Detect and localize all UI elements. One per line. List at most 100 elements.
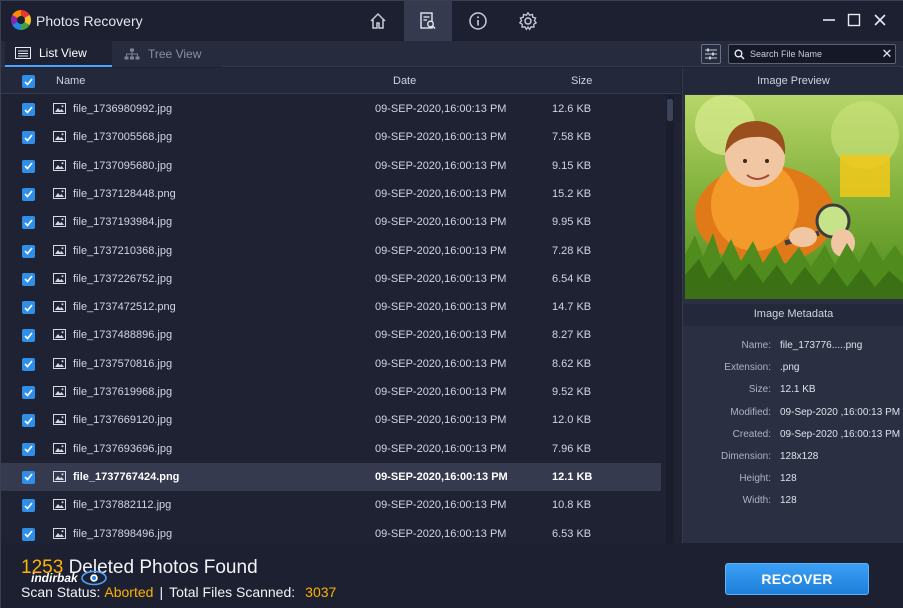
search-icon bbox=[734, 49, 745, 60]
vertical-scrollbar[interactable] bbox=[666, 95, 674, 543]
table-row[interactable]: file_1736980992.jpg 09-SEP-2020,16:00:13 … bbox=[1, 95, 661, 123]
file-size: 14.7 KB bbox=[552, 301, 592, 314]
row-checkbox[interactable] bbox=[22, 216, 35, 230]
metadata-row: Modified: 09-Sep-2020 ,16:00:13 PM bbox=[683, 407, 903, 423]
file-name: file_1737488896.jpg bbox=[73, 329, 173, 342]
table-row[interactable]: file_1737570816.jpg 09-SEP-2020,16:00:13 … bbox=[1, 350, 661, 378]
file-name: file_1737693696.jpg bbox=[73, 442, 173, 455]
scan-status-value: Aborted bbox=[104, 584, 154, 600]
column-header-size[interactable]: Size bbox=[571, 75, 592, 87]
row-checkbox[interactable] bbox=[22, 272, 35, 286]
metadata-value: 128 bbox=[780, 495, 797, 507]
file-date: 09-SEP-2020,16:00:13 PM bbox=[375, 131, 507, 144]
close-button[interactable] bbox=[871, 11, 889, 29]
file-size: 12.1 KB bbox=[552, 470, 593, 483]
metadata-row: Extension: .png bbox=[683, 362, 903, 378]
table-row[interactable]: file_1737898496.jpg 09-SEP-2020,16:00:13 … bbox=[1, 520, 661, 544]
table-row[interactable]: file_1737488896.jpg 09-SEP-2020,16:00:13 … bbox=[1, 321, 661, 349]
file-name: file_1737767424.png bbox=[73, 470, 180, 483]
file-name: file_1737226752.jpg bbox=[73, 272, 173, 285]
minimize-button[interactable] bbox=[820, 11, 838, 29]
row-checkbox[interactable] bbox=[22, 301, 35, 315]
scan-results-button[interactable] bbox=[404, 1, 452, 47]
row-checkbox[interactable] bbox=[22, 329, 35, 343]
row-checkbox[interactable] bbox=[22, 131, 35, 145]
row-checkbox[interactable] bbox=[22, 357, 35, 371]
tree-view-icon bbox=[124, 48, 140, 60]
file-name: file_1737898496.jpg bbox=[73, 527, 173, 540]
image-file-icon bbox=[53, 386, 66, 400]
metadata-value: .png bbox=[780, 362, 800, 374]
metadata-key: Created: bbox=[732, 428, 771, 440]
image-file-icon bbox=[53, 414, 66, 428]
home-icon bbox=[370, 12, 386, 29]
status-separator: | bbox=[159, 584, 164, 600]
row-checkbox[interactable] bbox=[22, 244, 35, 258]
select-all-checkbox[interactable] bbox=[22, 75, 35, 88]
file-name: file_1737095680.jpg bbox=[73, 159, 173, 172]
metadata-row: Created: 09-Sep-2020 ,16:00:13 PM bbox=[683, 429, 903, 445]
file-name: file_1737619968.jpg bbox=[73, 386, 173, 398]
settings-button[interactable] bbox=[504, 1, 552, 41]
metadata-row: Width: 128 bbox=[683, 495, 903, 511]
metadata-key: Width: bbox=[742, 495, 771, 507]
table-row[interactable]: file_1737095680.jpg 09-SEP-2020,16:00:13 … bbox=[1, 152, 661, 180]
file-size: 7.58 KB bbox=[552, 131, 592, 144]
metadata-key: Name: bbox=[741, 340, 771, 351]
clear-search-icon[interactable]: ✕ bbox=[879, 46, 895, 62]
scan-status-line: Scan Status: Aborted | Total Files Scanned:… bbox=[21, 584, 336, 600]
app-title: Photos Recovery bbox=[36, 13, 143, 29]
table-row[interactable]: file_1737669120.jpg 09-SEP-2020,16:00:13 … bbox=[1, 406, 661, 434]
metadata-key: Modified: bbox=[730, 406, 771, 418]
recover-button[interactable]: RECOVER bbox=[725, 563, 869, 595]
table-row[interactable]: file_1737472512.png 09-SEP-2020,16:00:13 … bbox=[1, 293, 661, 321]
file-size: 6.53 KB bbox=[552, 527, 592, 540]
file-date: 09-SEP-2020,16:00:13 PM bbox=[375, 470, 508, 483]
table-row[interactable]: file_1737693696.jpg 09-SEP-2020,16:00:13 … bbox=[1, 435, 661, 463]
minimize-icon bbox=[823, 19, 835, 21]
image-file-icon bbox=[53, 131, 66, 145]
row-checkbox[interactable] bbox=[22, 442, 35, 456]
table-row[interactable]: file_1737193984.jpg 09-SEP-2020,16:00:13 … bbox=[1, 208, 661, 236]
file-name: file_1737005568.jpg bbox=[73, 131, 173, 144]
row-checkbox[interactable] bbox=[22, 386, 35, 399]
metadata-key: Extension: bbox=[724, 362, 771, 374]
image-preview-title: Image Preview bbox=[683, 68, 903, 94]
file-name: file_1737128448.png bbox=[73, 187, 176, 200]
search-input[interactable] bbox=[745, 49, 879, 59]
file-name: file_1737669120.jpg bbox=[73, 414, 173, 427]
table-row[interactable]: file_1737210368.jpg 09-SEP-2020,16:00:13 … bbox=[1, 237, 661, 265]
scrollbar-thumb[interactable] bbox=[667, 99, 673, 121]
column-header-date[interactable]: Date bbox=[393, 75, 416, 87]
list-view-icon bbox=[15, 47, 31, 59]
file-date: 09-SEP-2020,16:00:13 PM bbox=[375, 159, 507, 172]
file-list: file_1736980992.jpg 09-SEP-2020,16:00:13 … bbox=[1, 95, 661, 543]
info-button[interactable] bbox=[454, 1, 502, 41]
image-file-icon bbox=[53, 301, 66, 315]
tab-tree-view[interactable]: Tree View bbox=[112, 41, 222, 67]
metadata-row: Size: 12.1 KB bbox=[683, 384, 903, 400]
file-date: 09-SEP-2020,16:00:13 PM bbox=[375, 187, 507, 200]
table-row[interactable]: file_1737767424.png 09-SEP-2020,16:00:13 … bbox=[1, 462, 661, 491]
table-row[interactable]: file_1737005568.jpg 09-SEP-2020,16:00:13 … bbox=[1, 123, 661, 151]
table-row[interactable]: file_1737226752.jpg 09-SEP-2020,16:00:13 … bbox=[1, 265, 661, 293]
row-checkbox[interactable] bbox=[22, 499, 35, 513]
row-checkbox[interactable] bbox=[22, 187, 35, 201]
tab-list-view[interactable]: List View bbox=[5, 41, 112, 67]
row-checkbox[interactable] bbox=[22, 414, 35, 428]
filter-button[interactable] bbox=[701, 44, 721, 64]
column-header-name[interactable]: Name bbox=[56, 75, 85, 87]
table-row[interactable]: file_1737619968.jpg 09-SEP-2020,16:00:13 … bbox=[1, 378, 661, 406]
file-size: 7.28 KB bbox=[552, 244, 592, 257]
image-metadata-title: Image Metadata bbox=[683, 304, 903, 326]
file-date: 09-SEP-2020,16:00:13 PM bbox=[375, 499, 507, 512]
maximize-button[interactable] bbox=[845, 11, 863, 29]
row-checkbox[interactable] bbox=[22, 103, 35, 116]
row-checkbox[interactable] bbox=[22, 527, 35, 541]
file-size: 7.96 KB bbox=[552, 442, 592, 455]
home-button[interactable] bbox=[354, 1, 402, 41]
row-checkbox[interactable] bbox=[22, 470, 35, 484]
table-row[interactable]: file_1737128448.png 09-SEP-2020,16:00:13 … bbox=[1, 180, 661, 208]
row-checkbox[interactable] bbox=[22, 159, 35, 173]
table-row[interactable]: file_1737882112.jpg 09-SEP-2020,16:00:13 … bbox=[1, 491, 661, 519]
